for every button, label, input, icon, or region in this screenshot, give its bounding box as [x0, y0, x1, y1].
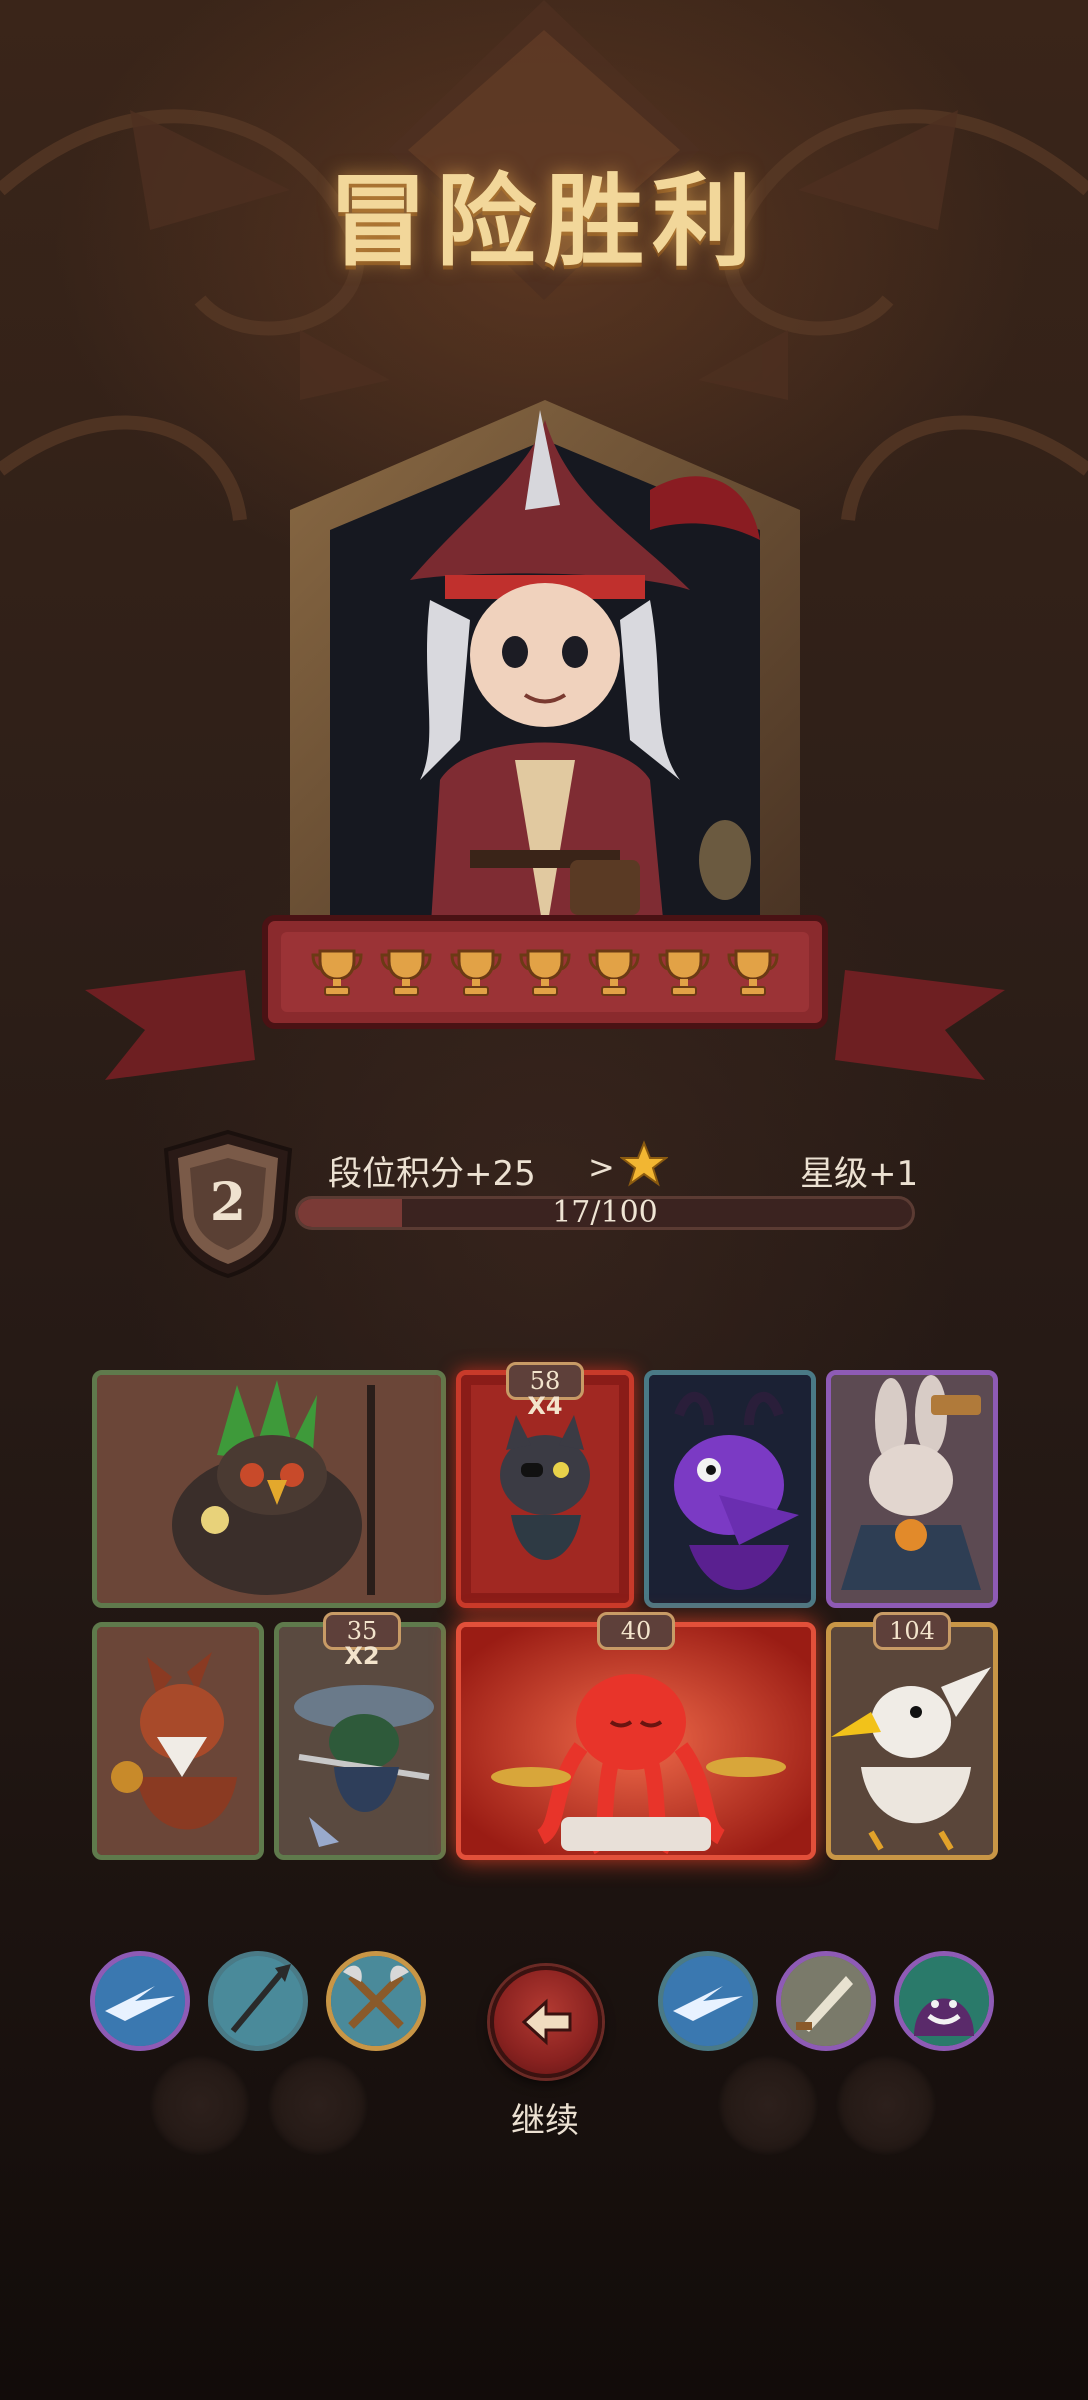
- card-rabbit-scarecrow[interactable]: [826, 1370, 998, 1608]
- empty-skill-slot: [150, 2055, 250, 2155]
- rank-points-gain: 段位积分+25: [328, 1154, 536, 1194]
- card-level-badge: 104: [873, 1612, 951, 1650]
- rabbit-scarecrow-portrait: [831, 1375, 993, 1603]
- card-multiplier: X2: [344, 1642, 380, 1670]
- rank-level: 2: [209, 1172, 247, 1233]
- card-octopus-drummer[interactable]: [456, 1622, 816, 1860]
- octopus-drummer-portrait: [461, 1627, 811, 1855]
- slash-skill-icon[interactable]: [90, 1951, 190, 2051]
- trophy-icon: [519, 949, 571, 996]
- empty-skill-slot: [718, 2055, 818, 2155]
- trophy-icon: [588, 949, 640, 996]
- rank-progress-text: 17/100: [552, 1195, 658, 1230]
- owl-shaman-portrait: [97, 1375, 441, 1603]
- blade-skill-icon[interactable]: [776, 1951, 876, 2051]
- arrow-indicator: >: [588, 1148, 615, 1186]
- purple-dragon-portrait: [649, 1375, 811, 1603]
- hero-portrait: [290, 400, 800, 940]
- trophy-ribbon: [85, 915, 1005, 1080]
- shadow-laugh-skill-icon[interactable]: [894, 1951, 994, 2051]
- trophy-row: [310, 945, 780, 996]
- card-eagle-brawler[interactable]: [826, 1622, 998, 1860]
- card-purple-dragon[interactable]: [644, 1370, 816, 1608]
- empty-skill-slot: [268, 2055, 368, 2155]
- trophy-icon: [450, 949, 502, 996]
- victory-title: 冒险胜利: [328, 162, 760, 280]
- star-icon: [620, 1140, 668, 1187]
- empty-skill-slot: [836, 2055, 936, 2155]
- star-level-gain: 星级+1: [800, 1154, 919, 1194]
- crossed-axes-skill-icon[interactable]: [326, 1951, 426, 2051]
- card-squirrel-monk[interactable]: [92, 1622, 264, 1860]
- card-multiplier: X4: [527, 1392, 563, 1420]
- trophy-icon: [311, 949, 363, 996]
- continue-button[interactable]: [490, 1966, 602, 2078]
- squirrel-monk-portrait: [97, 1627, 259, 1855]
- slash-skill-icon[interactable]: [658, 1951, 758, 2051]
- trophy-icon: [727, 949, 779, 996]
- continue-label: 继续: [511, 2101, 579, 2141]
- back-arrow-icon: [521, 1998, 572, 2046]
- victory-screen: 冒险胜利 2 段位积分+25 > 星级+1 17/100 58 X4 35 X2…: [0, 0, 1088, 2400]
- trophy-icon: [658, 949, 710, 996]
- card-level-badge: 40: [597, 1612, 675, 1650]
- spear-skill-icon[interactable]: [208, 1951, 308, 2051]
- card-owl-shaman[interactable]: [92, 1370, 446, 1608]
- eagle-brawler-portrait: [831, 1627, 993, 1855]
- trophy-icon: [380, 949, 432, 996]
